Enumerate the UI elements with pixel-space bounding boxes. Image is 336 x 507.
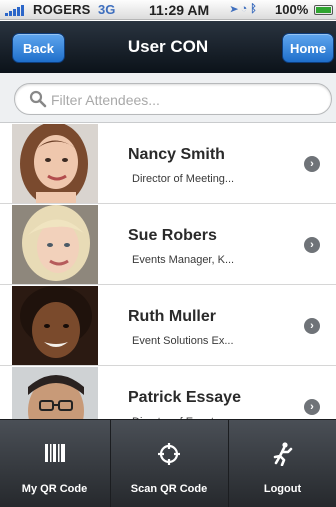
- chevron-right-icon[interactable]: ›: [304, 237, 320, 253]
- list-item[interactable]: Sue Robers Events Manager, K... ›: [0, 204, 336, 285]
- attendee-role: Event Solutions Ex...: [132, 335, 234, 347]
- search-bar: Filter Attendees...: [0, 73, 336, 123]
- tab-bar: My QR Code Scan QR Code Logout: [0, 419, 336, 507]
- search-input[interactable]: Filter Attendees...: [14, 83, 332, 115]
- search-placeholder: Filter Attendees...: [51, 92, 160, 108]
- network-type: 3G: [98, 2, 116, 17]
- list-item[interactable]: Nancy Smith Director of Meeting... ›: [0, 123, 336, 204]
- avatar: [12, 205, 98, 284]
- attendee-name: Patrick Essaye: [128, 389, 241, 406]
- avatar: [12, 286, 98, 365]
- attendee-role: Events Manager, K...: [132, 254, 235, 266]
- attendee-name: Sue Robers: [128, 227, 217, 244]
- tab-label: My QR Code: [21, 483, 88, 495]
- list-item[interactable]: Ruth Muller Event Solutions Ex... ›: [0, 285, 336, 366]
- home-button[interactable]: Home: [282, 33, 334, 63]
- avatar: [12, 124, 98, 203]
- carrier-name: ROGERS: [33, 2, 91, 17]
- signal-strength-icon: [5, 5, 31, 16]
- crosshair-icon: [158, 443, 180, 465]
- search-icon: [29, 90, 47, 108]
- location-icon: ➤: [231, 3, 241, 15]
- attendee-list: Nancy Smith Director of Meeting... › Sue…: [0, 123, 336, 419]
- bluetooth-icon: ᛒ: [250, 3, 260, 15]
- attendee-name: Ruth Muller: [128, 308, 216, 325]
- status-time: 11:29 AM: [149, 2, 210, 18]
- tab-logout[interactable]: Logout: [228, 420, 336, 507]
- tab-my-qr-code[interactable]: My QR Code: [0, 420, 109, 507]
- attendee-name: Nancy Smith: [128, 146, 225, 163]
- page-title: User CON: [127, 37, 209, 56]
- chevron-right-icon[interactable]: ›: [304, 318, 320, 334]
- tab-label: Scan QR Code: [130, 483, 208, 495]
- avatar: [12, 367, 98, 419]
- chevron-right-icon[interactable]: ›: [304, 156, 320, 172]
- alarm-icon: ◔: [240, 3, 251, 15]
- barcode-icon: [44, 444, 65, 462]
- tab-label: Logout: [263, 483, 302, 495]
- back-button[interactable]: Back: [12, 33, 65, 63]
- tab-scan-qr-code[interactable]: Scan QR Code: [110, 420, 227, 507]
- battery-percent: 100%: [275, 2, 309, 17]
- running-man-icon: [273, 442, 292, 466]
- navigation-bar: Back User CON Home: [0, 21, 336, 73]
- attendee-role: Director of Meeting...: [132, 173, 235, 185]
- chevron-right-icon[interactable]: ›: [304, 399, 320, 415]
- list-item[interactable]: Patrick Essaye Director of Events ›: [0, 366, 336, 419]
- status-bar: ROGERS 3G 11:29 AM ➤◔ᛒ 100%: [0, 0, 336, 20]
- battery-icon: [314, 5, 333, 15]
